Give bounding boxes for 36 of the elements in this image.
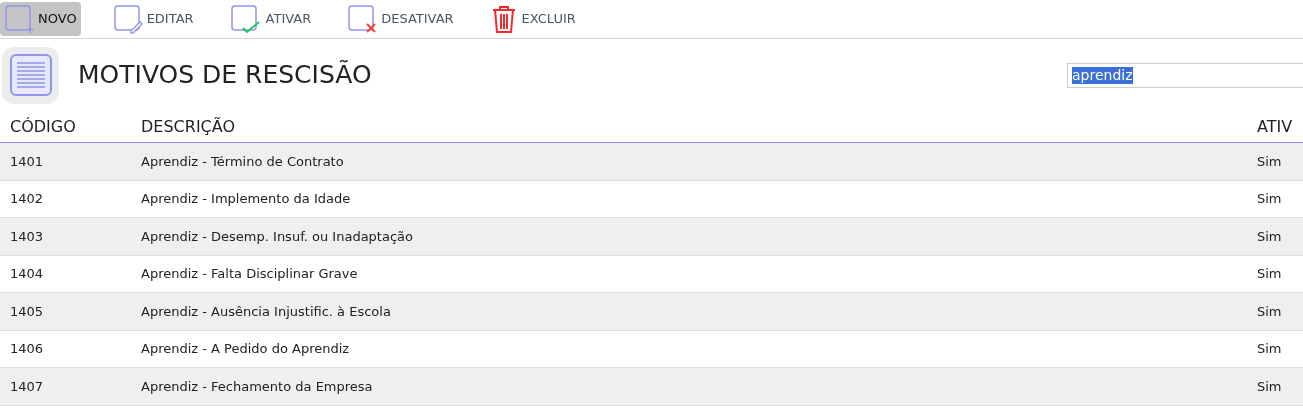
table-cell-text: 1407	[10, 377, 45, 396]
table-cell-text: Sim	[1257, 377, 1283, 396]
table-cell-text: 1406	[10, 340, 45, 358]
new-document-icon	[4, 4, 34, 34]
edit-icon	[112, 4, 143, 34]
toolbar-button[interactable]: ATIVAR	[225, 2, 316, 36]
search-field[interactable]: aprendiz	[1067, 62, 1303, 88]
table-cell-text: 1402	[10, 190, 45, 208]
table-cell-text: Sim	[1257, 152, 1283, 171]
table-cell-text: Sim	[1257, 302, 1283, 321]
table-cell-text: 1401	[10, 152, 45, 171]
column-header: DESCRIÇÃO	[141, 115, 237, 138]
table-cell-text: Aprendiz - Desemp. Insuf. ou Inadaptação	[141, 227, 414, 246]
table-cell-text: Aprendiz - A Pedido do Aprendiz	[141, 340, 351, 358]
toolbar-button[interactable]: EDITAR	[108, 2, 198, 36]
page-title: MOTIVOS DE RESCISÃO	[78, 59, 372, 92]
table-cell-text: Aprendiz - Falta Disciplinar Grave	[141, 265, 359, 283]
table-cell-text: Sim	[1257, 227, 1283, 246]
list-page-icon	[2, 46, 59, 104]
table-cell-text: Sim	[1257, 265, 1283, 283]
toolbar-button[interactable]: NOVO	[0, 2, 81, 36]
table-cell-text: Sim	[1257, 340, 1283, 358]
column-header: ATIV	[1257, 115, 1294, 138]
table-cell-text: 1404	[10, 265, 45, 283]
cross-icon	[347, 4, 378, 34]
table-cell-text: Aprendiz - Fechamento da Empresa	[141, 377, 374, 396]
toolbar-button[interactable]: DESATIVAR	[343, 2, 458, 36]
table-cell-text: 1403	[10, 227, 45, 246]
toolbar-button[interactable]: EXCLUIR	[485, 2, 580, 36]
table-cell-text: Sim	[1257, 190, 1283, 208]
column-header: CÓDIGO	[9, 115, 77, 138]
table-cell-text: Aprendiz - Implemento da Idade	[141, 190, 352, 208]
table-cell-text: Aprendiz - Ausência Injustific. à Escola	[141, 302, 392, 321]
check-icon	[229, 4, 262, 34]
table-cell-text: Aprendiz - Término de Contrato	[141, 152, 345, 171]
table-cell-text: 1405	[10, 302, 45, 321]
